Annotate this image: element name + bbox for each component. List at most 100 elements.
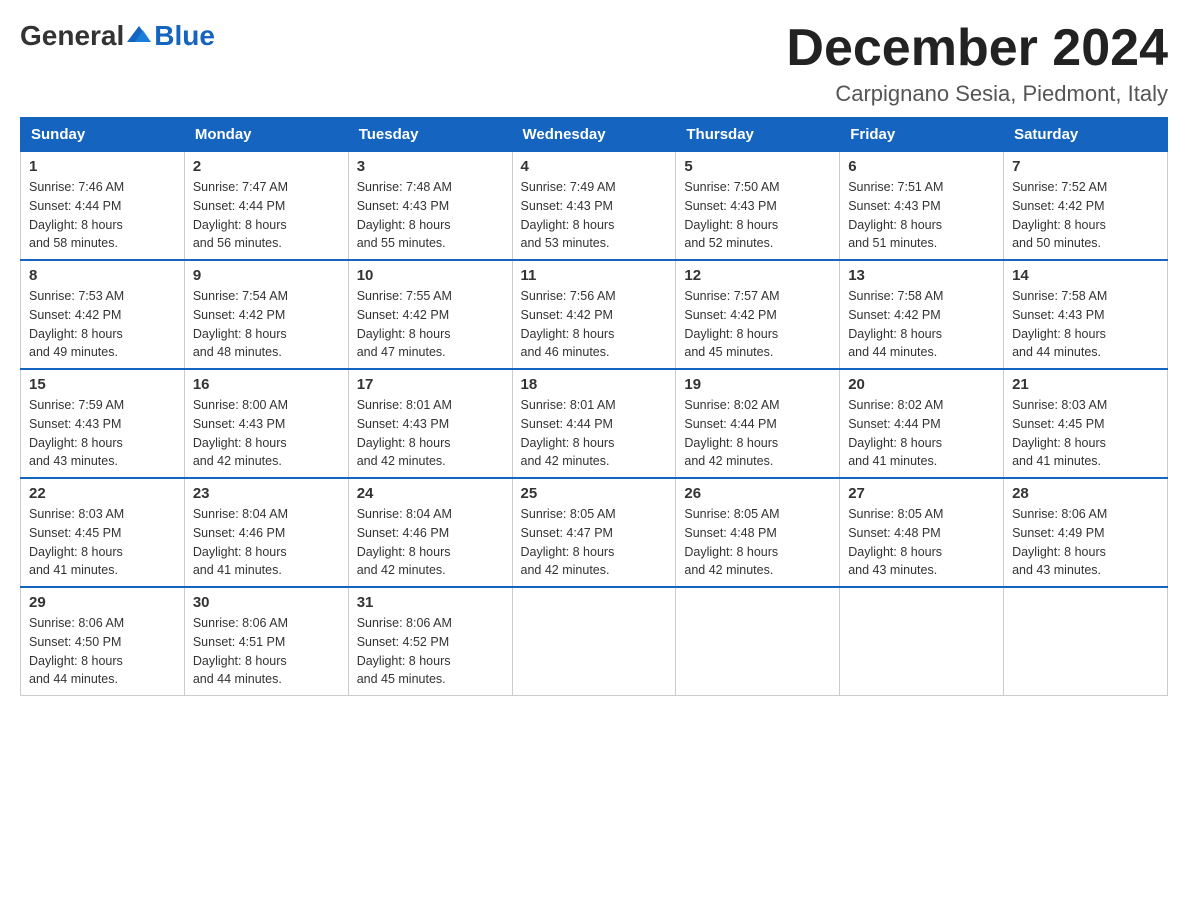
month-title: December 2024 [786, 20, 1168, 77]
logo: General Blue [20, 20, 215, 52]
day-number: 23 [193, 485, 340, 502]
day-info: Sunrise: 7:46 AM Sunset: 4:44 PM Dayligh… [29, 180, 124, 250]
day-info: Sunrise: 7:57 AM Sunset: 4:42 PM Dayligh… [684, 289, 779, 359]
day-number: 5 [684, 158, 831, 175]
calendar-cell: 25 Sunrise: 8:05 AM Sunset: 4:47 PM Dayl… [512, 478, 676, 587]
column-header-thursday: Thursday [676, 118, 840, 152]
calendar-week-row: 15 Sunrise: 7:59 AM Sunset: 4:43 PM Dayl… [21, 369, 1168, 478]
day-number: 2 [193, 158, 340, 175]
day-number: 30 [193, 594, 340, 611]
calendar-cell: 4 Sunrise: 7:49 AM Sunset: 4:43 PM Dayli… [512, 152, 676, 261]
logo-icon [125, 22, 153, 50]
calendar-cell: 23 Sunrise: 8:04 AM Sunset: 4:46 PM Dayl… [184, 478, 348, 587]
day-info: Sunrise: 8:06 AM Sunset: 4:49 PM Dayligh… [1012, 507, 1107, 577]
column-header-friday: Friday [840, 118, 1004, 152]
day-info: Sunrise: 7:53 AM Sunset: 4:42 PM Dayligh… [29, 289, 124, 359]
logo-blue-text: Blue [154, 20, 215, 52]
day-number: 26 [684, 485, 831, 502]
calendar-cell: 26 Sunrise: 8:05 AM Sunset: 4:48 PM Dayl… [676, 478, 840, 587]
day-number: 18 [521, 376, 668, 393]
calendar-cell: 14 Sunrise: 7:58 AM Sunset: 4:43 PM Dayl… [1004, 260, 1168, 369]
calendar-cell: 24 Sunrise: 8:04 AM Sunset: 4:46 PM Dayl… [348, 478, 512, 587]
day-info: Sunrise: 7:52 AM Sunset: 4:42 PM Dayligh… [1012, 180, 1107, 250]
day-info: Sunrise: 8:05 AM Sunset: 4:47 PM Dayligh… [521, 507, 616, 577]
day-info: Sunrise: 8:06 AM Sunset: 4:50 PM Dayligh… [29, 616, 124, 686]
day-number: 12 [684, 267, 831, 284]
calendar-cell: 15 Sunrise: 7:59 AM Sunset: 4:43 PM Dayl… [21, 369, 185, 478]
calendar-cell: 16 Sunrise: 8:00 AM Sunset: 4:43 PM Dayl… [184, 369, 348, 478]
day-number: 25 [521, 485, 668, 502]
calendar-cell: 3 Sunrise: 7:48 AM Sunset: 4:43 PM Dayli… [348, 152, 512, 261]
day-number: 8 [29, 267, 176, 284]
calendar-cell: 21 Sunrise: 8:03 AM Sunset: 4:45 PM Dayl… [1004, 369, 1168, 478]
day-info: Sunrise: 8:04 AM Sunset: 4:46 PM Dayligh… [193, 507, 288, 577]
calendar-cell: 29 Sunrise: 8:06 AM Sunset: 4:50 PM Dayl… [21, 587, 185, 696]
calendar-cell [1004, 587, 1168, 696]
day-info: Sunrise: 7:56 AM Sunset: 4:42 PM Dayligh… [521, 289, 616, 359]
calendar-table: SundayMondayTuesdayWednesdayThursdayFrid… [20, 117, 1168, 696]
day-info: Sunrise: 8:05 AM Sunset: 4:48 PM Dayligh… [684, 507, 779, 577]
calendar-header-row: SundayMondayTuesdayWednesdayThursdayFrid… [21, 118, 1168, 152]
calendar-cell: 13 Sunrise: 7:58 AM Sunset: 4:42 PM Dayl… [840, 260, 1004, 369]
day-number: 27 [848, 485, 995, 502]
day-info: Sunrise: 8:03 AM Sunset: 4:45 PM Dayligh… [1012, 398, 1107, 468]
day-info: Sunrise: 7:59 AM Sunset: 4:43 PM Dayligh… [29, 398, 124, 468]
day-number: 14 [1012, 267, 1159, 284]
day-number: 6 [848, 158, 995, 175]
day-info: Sunrise: 8:06 AM Sunset: 4:51 PM Dayligh… [193, 616, 288, 686]
day-info: Sunrise: 8:02 AM Sunset: 4:44 PM Dayligh… [848, 398, 943, 468]
day-number: 31 [357, 594, 504, 611]
day-info: Sunrise: 7:48 AM Sunset: 4:43 PM Dayligh… [357, 180, 452, 250]
day-number: 17 [357, 376, 504, 393]
day-info: Sunrise: 8:06 AM Sunset: 4:52 PM Dayligh… [357, 616, 452, 686]
day-number: 22 [29, 485, 176, 502]
column-header-monday: Monday [184, 118, 348, 152]
day-info: Sunrise: 7:50 AM Sunset: 4:43 PM Dayligh… [684, 180, 779, 250]
column-header-wednesday: Wednesday [512, 118, 676, 152]
calendar-cell: 5 Sunrise: 7:50 AM Sunset: 4:43 PM Dayli… [676, 152, 840, 261]
calendar-cell: 10 Sunrise: 7:55 AM Sunset: 4:42 PM Dayl… [348, 260, 512, 369]
calendar-cell [676, 587, 840, 696]
calendar-cell: 17 Sunrise: 8:01 AM Sunset: 4:43 PM Dayl… [348, 369, 512, 478]
calendar-cell: 8 Sunrise: 7:53 AM Sunset: 4:42 PM Dayli… [21, 260, 185, 369]
day-info: Sunrise: 7:54 AM Sunset: 4:42 PM Dayligh… [193, 289, 288, 359]
day-info: Sunrise: 8:05 AM Sunset: 4:48 PM Dayligh… [848, 507, 943, 577]
day-number: 28 [1012, 485, 1159, 502]
calendar-week-row: 29 Sunrise: 8:06 AM Sunset: 4:50 PM Dayl… [21, 587, 1168, 696]
calendar-cell [840, 587, 1004, 696]
day-number: 11 [521, 267, 668, 284]
day-info: Sunrise: 8:04 AM Sunset: 4:46 PM Dayligh… [357, 507, 452, 577]
calendar-cell: 9 Sunrise: 7:54 AM Sunset: 4:42 PM Dayli… [184, 260, 348, 369]
day-number: 9 [193, 267, 340, 284]
day-number: 4 [521, 158, 668, 175]
day-info: Sunrise: 7:58 AM Sunset: 4:42 PM Dayligh… [848, 289, 943, 359]
day-number: 15 [29, 376, 176, 393]
column-header-sunday: Sunday [21, 118, 185, 152]
calendar-cell: 18 Sunrise: 8:01 AM Sunset: 4:44 PM Dayl… [512, 369, 676, 478]
day-number: 1 [29, 158, 176, 175]
day-info: Sunrise: 7:49 AM Sunset: 4:43 PM Dayligh… [521, 180, 616, 250]
day-number: 16 [193, 376, 340, 393]
column-header-saturday: Saturday [1004, 118, 1168, 152]
day-info: Sunrise: 7:58 AM Sunset: 4:43 PM Dayligh… [1012, 289, 1107, 359]
calendar-cell: 19 Sunrise: 8:02 AM Sunset: 4:44 PM Dayl… [676, 369, 840, 478]
calendar-week-row: 1 Sunrise: 7:46 AM Sunset: 4:44 PM Dayli… [21, 152, 1168, 261]
calendar-cell: 30 Sunrise: 8:06 AM Sunset: 4:51 PM Dayl… [184, 587, 348, 696]
calendar-week-row: 8 Sunrise: 7:53 AM Sunset: 4:42 PM Dayli… [21, 260, 1168, 369]
calendar-title-area: December 2024 Carpignano Sesia, Piedmont… [786, 20, 1168, 107]
calendar-cell: 7 Sunrise: 7:52 AM Sunset: 4:42 PM Dayli… [1004, 152, 1168, 261]
day-number: 19 [684, 376, 831, 393]
day-info: Sunrise: 8:03 AM Sunset: 4:45 PM Dayligh… [29, 507, 124, 577]
day-info: Sunrise: 8:01 AM Sunset: 4:43 PM Dayligh… [357, 398, 452, 468]
logo-general-text: General [20, 20, 124, 52]
calendar-cell: 31 Sunrise: 8:06 AM Sunset: 4:52 PM Dayl… [348, 587, 512, 696]
day-info: Sunrise: 8:00 AM Sunset: 4:43 PM Dayligh… [193, 398, 288, 468]
calendar-cell: 11 Sunrise: 7:56 AM Sunset: 4:42 PM Dayl… [512, 260, 676, 369]
calendar-cell: 20 Sunrise: 8:02 AM Sunset: 4:44 PM Dayl… [840, 369, 1004, 478]
day-info: Sunrise: 7:47 AM Sunset: 4:44 PM Dayligh… [193, 180, 288, 250]
day-info: Sunrise: 7:51 AM Sunset: 4:43 PM Dayligh… [848, 180, 943, 250]
calendar-week-row: 22 Sunrise: 8:03 AM Sunset: 4:45 PM Dayl… [21, 478, 1168, 587]
day-number: 7 [1012, 158, 1159, 175]
day-number: 29 [29, 594, 176, 611]
calendar-cell: 27 Sunrise: 8:05 AM Sunset: 4:48 PM Dayl… [840, 478, 1004, 587]
